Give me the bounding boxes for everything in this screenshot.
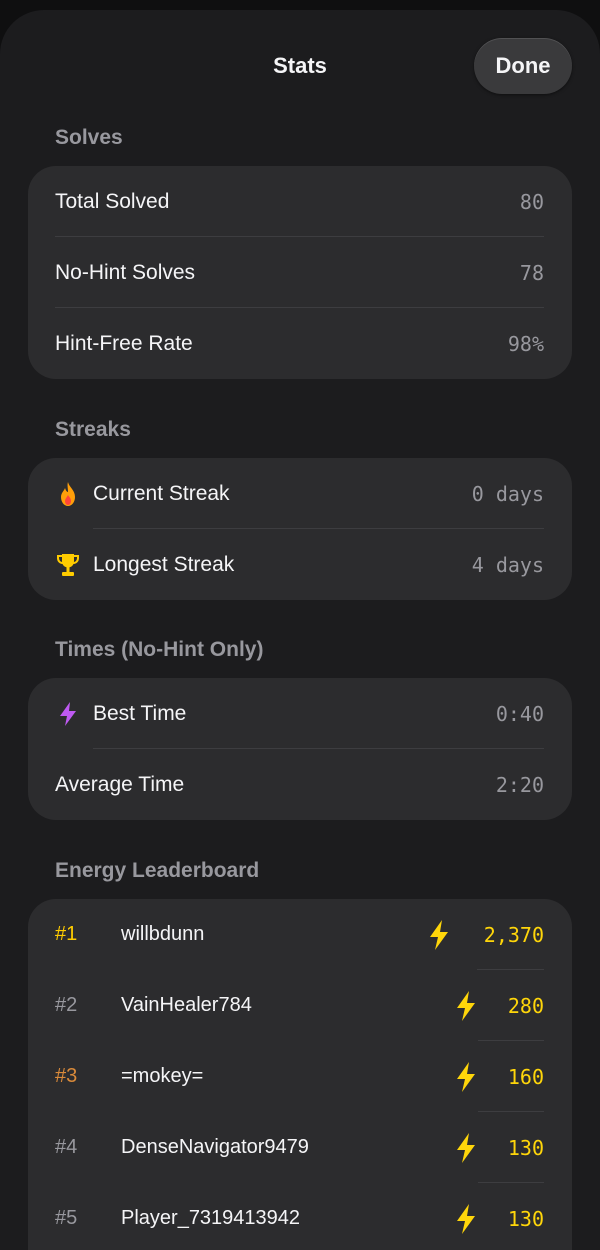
- bolt-icon: [430, 920, 448, 950]
- stat-label: Total Solved: [55, 189, 170, 213]
- stat-value: 98%: [507, 331, 544, 356]
- stat-label: Longest Streak: [93, 552, 235, 576]
- stats-sheet: Stats Done Solves Total Solved 80 No-Hin…: [0, 10, 600, 1250]
- stat-value: 78: [519, 260, 544, 285]
- leaderboard-energy: 130: [507, 1207, 544, 1231]
- solves-card: Total Solved 80 No-Hint Solves 78 Hint-F…: [28, 166, 572, 379]
- leaderboard-row[interactable]: #4 DenseNavigator9479 130: [28, 1112, 572, 1183]
- stat-label: No-Hint Solves: [55, 260, 196, 284]
- leaderboard-name: Player_7319413942: [121, 1207, 301, 1229]
- stat-value: 0 days: [471, 481, 544, 506]
- bolt-icon: [457, 1062, 475, 1092]
- section-header-solves: Solves: [55, 126, 123, 149]
- section-header-streaks: Streaks: [55, 418, 131, 441]
- stat-label: Best Time: [93, 701, 187, 725]
- bolt-icon: [457, 991, 475, 1021]
- section-header-times: Times (No-Hint Only): [55, 638, 264, 661]
- leaderboard-energy: 280: [507, 994, 544, 1018]
- leaderboard-rank: #4: [55, 1136, 78, 1158]
- leaderboard-name: willbdunn: [121, 923, 205, 945]
- stat-label: Current Streak: [93, 481, 230, 505]
- leaderboard-rank: #5: [55, 1207, 78, 1229]
- stat-row-best-time: Best Time 0:40: [28, 678, 572, 749]
- stat-row-no-hint-solves: No-Hint Solves 78: [28, 237, 572, 308]
- bolt-icon: [457, 1133, 475, 1163]
- leaderboard-name: DenseNavigator9479: [121, 1136, 309, 1158]
- leaderboard-row[interactable]: #5 Player_7319413942 130: [28, 1183, 572, 1250]
- flame-icon: [55, 481, 81, 507]
- stat-row-current-streak: Current Streak 0 days: [28, 458, 572, 529]
- leaderboard-rank: #3: [55, 1065, 78, 1087]
- leaderboard-rank: #1: [55, 923, 78, 945]
- streaks-card: Current Streak 0 days Longest Streak 4 d…: [28, 458, 572, 600]
- stat-value: 2:20: [495, 772, 544, 797]
- stat-value: 4 days: [471, 552, 544, 577]
- leaderboard-row[interactable]: #1 willbdunn 2,370: [28, 899, 572, 970]
- leaderboard-energy: 130: [507, 1136, 544, 1160]
- leaderboard-row[interactable]: #2 VainHealer784 280: [28, 970, 572, 1041]
- leaderboard-name: =mokey=: [121, 1065, 204, 1087]
- times-card: Best Time 0:40 Average Time 2:20: [28, 678, 572, 820]
- stat-value: 0:40: [495, 701, 544, 726]
- leaderboard-energy: 160: [507, 1065, 544, 1089]
- stat-value: 80: [519, 189, 544, 214]
- leaderboard-card: #1 willbdunn 2,370 #2 VainHealer784 280 …: [28, 899, 572, 1250]
- leaderboard-rank: #2: [55, 994, 78, 1016]
- stat-label: Average Time: [55, 772, 185, 796]
- bolt-icon: [457, 1204, 475, 1234]
- stat-row-average-time: Average Time 2:20: [28, 749, 572, 820]
- bolt-icon: [55, 701, 81, 727]
- stat-row-longest-streak: Longest Streak 4 days: [28, 529, 572, 600]
- leaderboard-row[interactable]: #3 =mokey= 160: [28, 1041, 572, 1112]
- trophy-icon: [55, 552, 81, 578]
- leaderboard-name: VainHealer784: [121, 994, 252, 1016]
- leaderboard-energy: 2,370: [483, 923, 544, 947]
- stat-label: Hint-Free Rate: [55, 331, 193, 355]
- section-header-leaderboard: Energy Leaderboard: [55, 859, 260, 882]
- done-button[interactable]: Done: [474, 38, 572, 94]
- stat-row-hint-free-rate: Hint-Free Rate 98%: [28, 308, 572, 379]
- stat-row-total-solved: Total Solved 80: [28, 166, 572, 237]
